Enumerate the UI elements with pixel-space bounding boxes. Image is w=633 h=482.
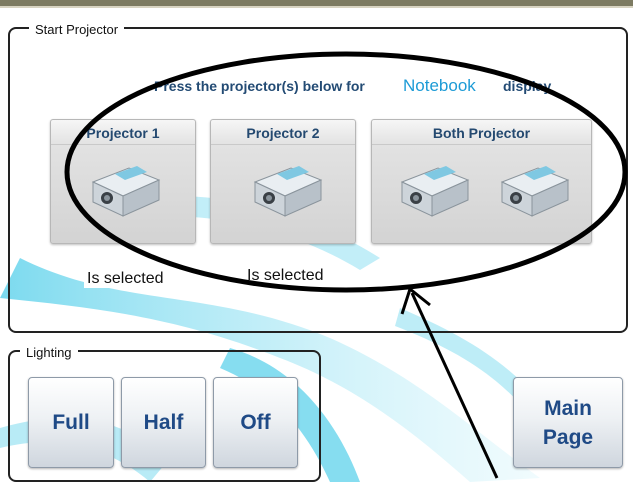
projector-2-status: Is selected xyxy=(244,267,327,285)
card-divider xyxy=(211,144,355,145)
projector-1-label: Projector 1 xyxy=(86,125,160,141)
projector-1-status: Is selected xyxy=(84,270,167,288)
lighting-label: Lighting xyxy=(20,345,78,360)
projector-1-button[interactable]: Projector 1 xyxy=(50,119,196,244)
card-divider xyxy=(51,144,195,145)
instruction-suffix: display xyxy=(503,78,552,94)
instruction-source: Notebook xyxy=(403,76,476,95)
projector-icon xyxy=(253,166,323,217)
projector-icon xyxy=(91,166,161,217)
instruction-text: Press the projector(s) below for xyxy=(154,78,365,94)
projector-2-label: Projector 2 xyxy=(246,125,320,141)
lighting-off-button[interactable]: Off xyxy=(213,377,298,468)
main-page-label: Main Page xyxy=(542,396,594,449)
lighting-full-button[interactable]: Full xyxy=(28,377,114,468)
projector-icon xyxy=(500,166,570,217)
both-projector-button[interactable]: Both Projector xyxy=(371,119,592,244)
lighting-half-button[interactable]: Half xyxy=(121,377,206,468)
both-projector-label: Both Projector xyxy=(432,125,531,141)
projector-2-button[interactable]: Projector 2 xyxy=(210,119,356,244)
projector-icon xyxy=(400,166,470,217)
main-page-button[interactable]: Main Page xyxy=(513,377,623,468)
start-projector-label: Start Projector xyxy=(29,22,125,37)
card-divider xyxy=(372,144,591,145)
